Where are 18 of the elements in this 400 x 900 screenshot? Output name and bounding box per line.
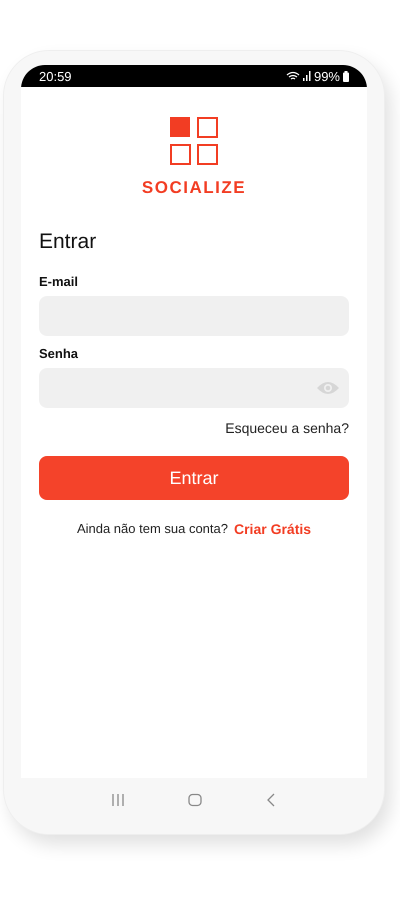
- recent-apps-icon[interactable]: [110, 793, 125, 807]
- login-button[interactable]: Entrar: [39, 456, 349, 500]
- home-icon[interactable]: [188, 793, 202, 807]
- password-field[interactable]: [39, 368, 349, 408]
- status-time: 20:59: [39, 68, 72, 84]
- wifi-icon: [286, 71, 300, 81]
- field-label: Senha: [39, 346, 80, 361]
- brand-name: SOCIALIZE: [142, 178, 246, 198]
- field-label: E-mail: [39, 274, 80, 289]
- page-title: Entrar: [39, 230, 98, 254]
- signal-icon: [302, 71, 311, 81]
- back-icon[interactable]: [266, 793, 276, 807]
- signup-prompt: Ainda não tem sua conta?: [76, 521, 228, 537]
- logo-icon: [170, 117, 218, 165]
- battery-icon: [343, 70, 349, 82]
- forgot-password-link[interactable]: Esqueceu a senha?: [225, 420, 349, 436]
- signup-link[interactable]: Criar Grátis: [234, 521, 312, 537]
- battery-level: 99%: [314, 68, 340, 84]
